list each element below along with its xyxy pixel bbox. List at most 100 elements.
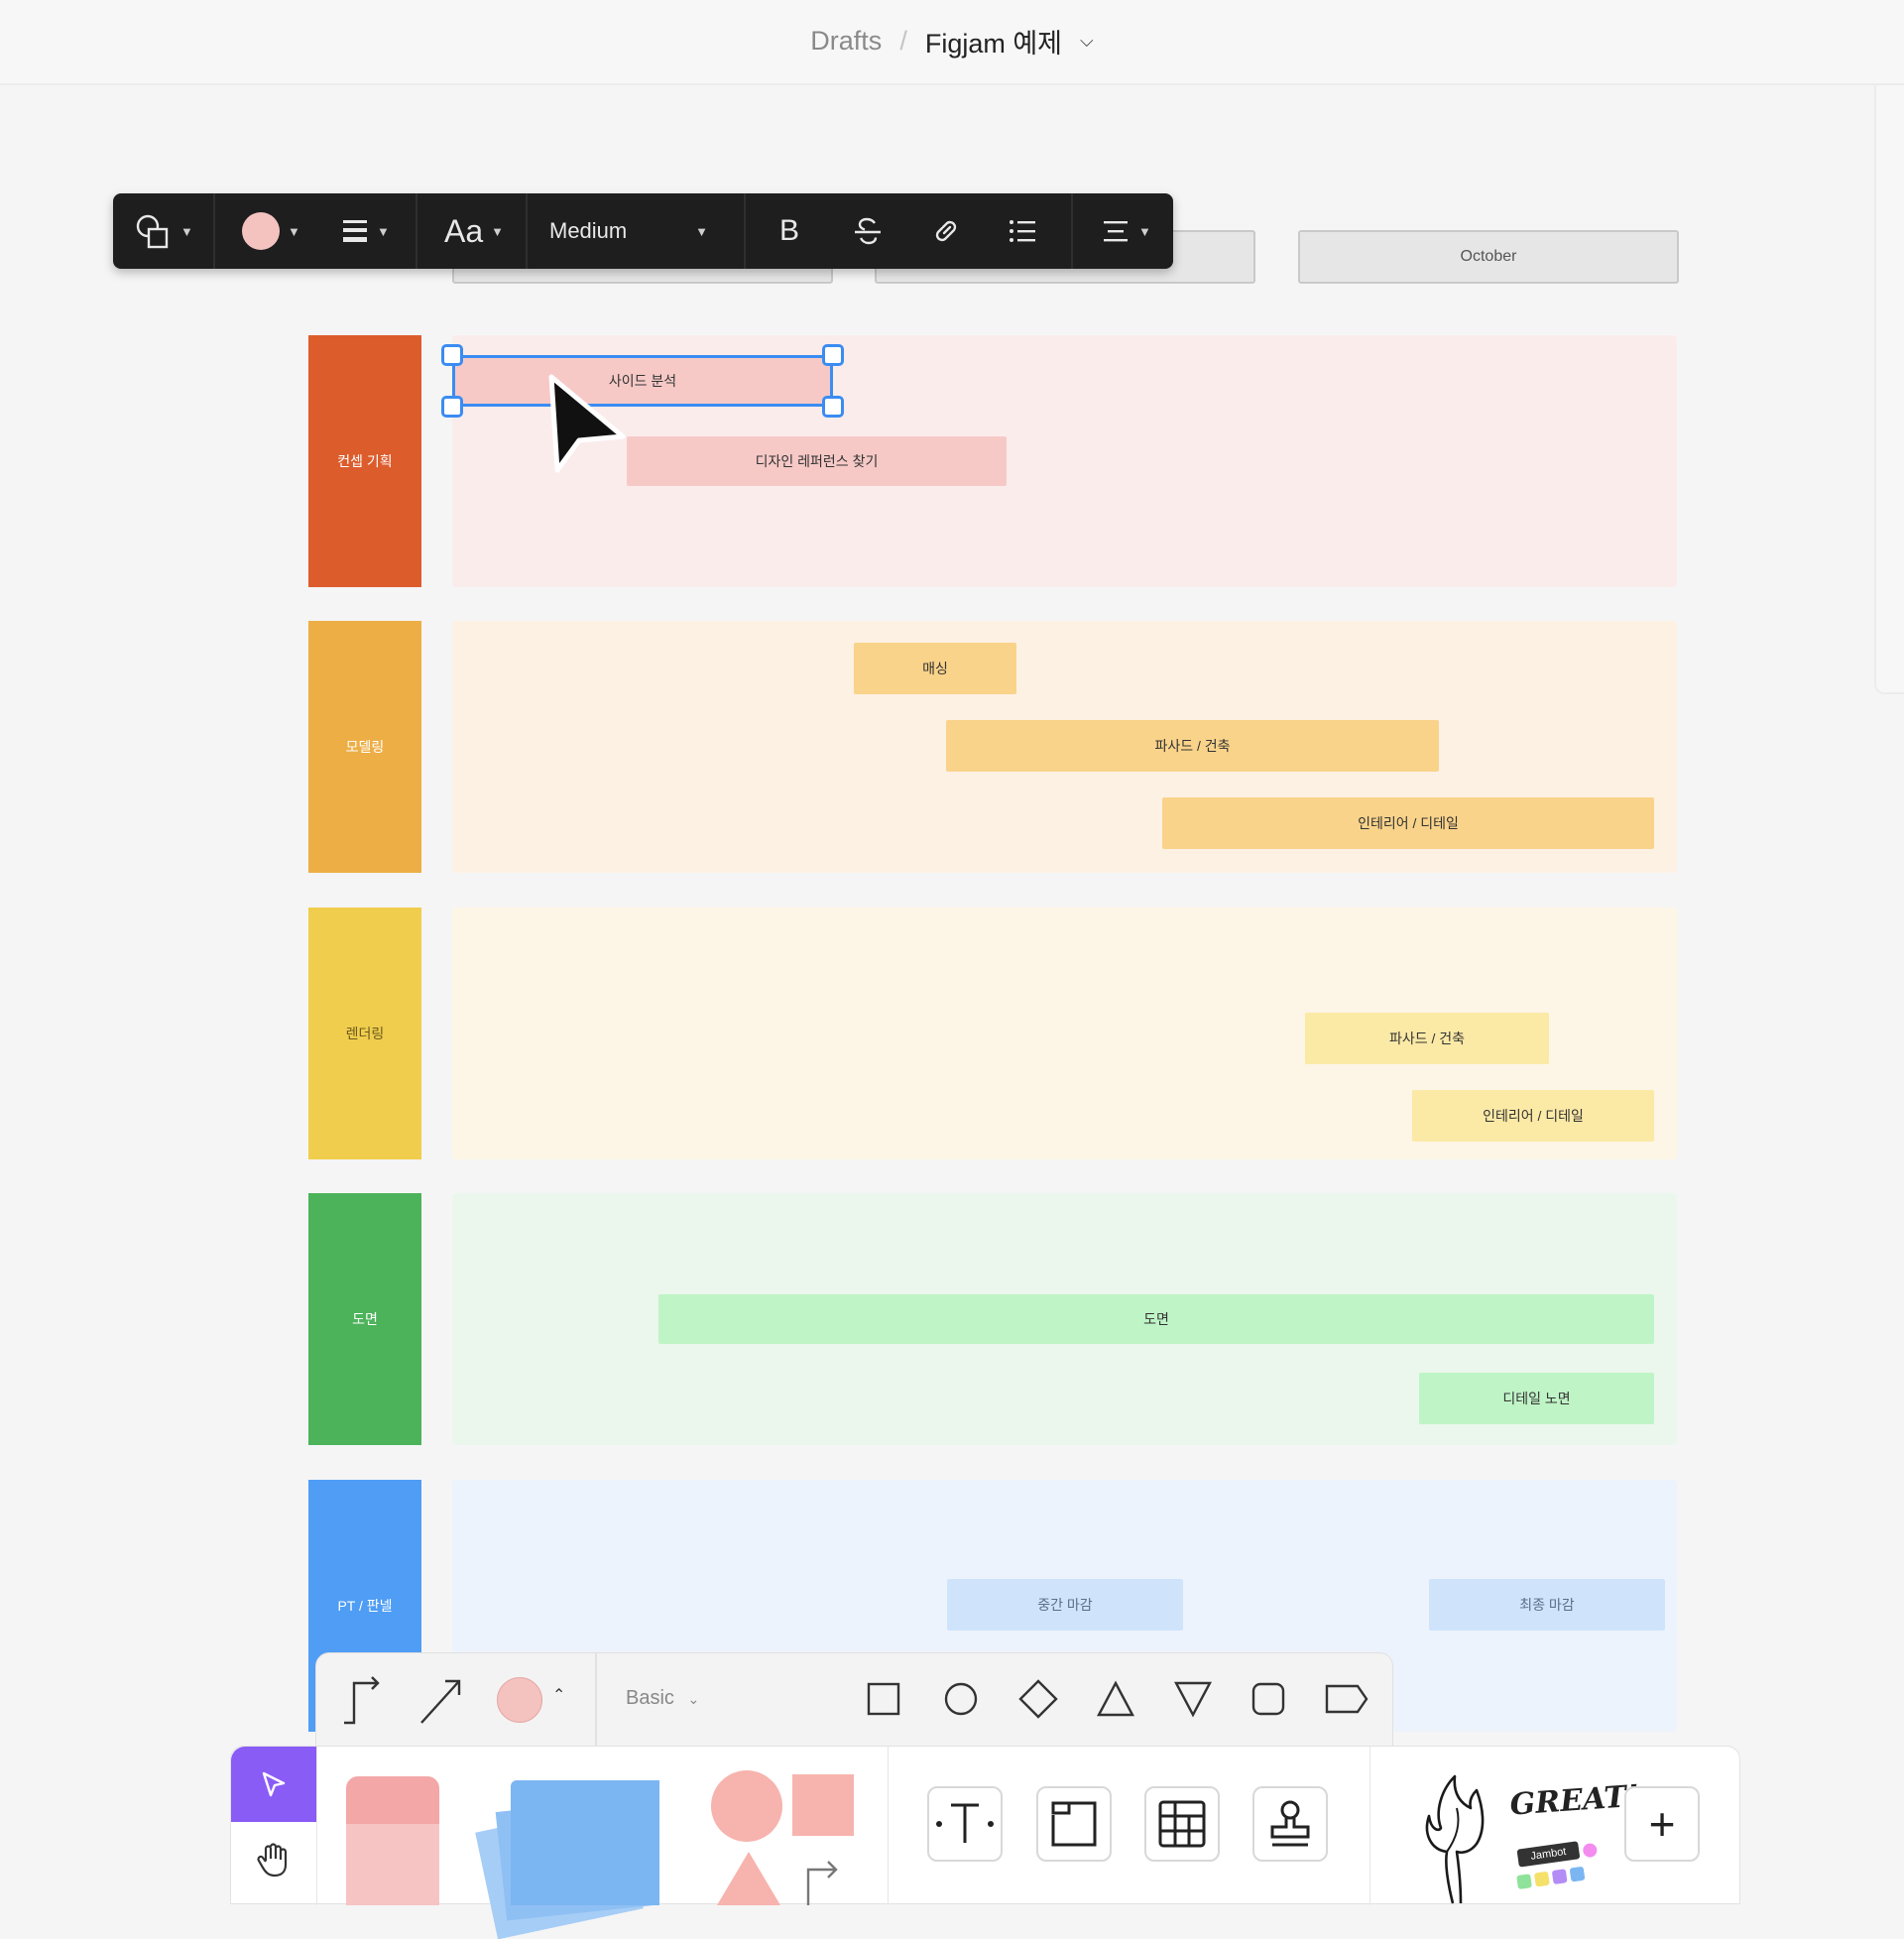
resize-handle-top-right[interactable] xyxy=(822,344,844,366)
font-icon: Aa xyxy=(444,212,484,249)
cursor-icon xyxy=(262,1771,286,1797)
hand-icon xyxy=(257,1843,288,1878)
rounded-rectangle-shape-icon[interactable] xyxy=(1250,1681,1286,1717)
shape-icon xyxy=(136,214,169,249)
chevron-down-icon: ▼ xyxy=(695,223,708,239)
jambot-dot-blue xyxy=(1569,1866,1586,1882)
list-button[interactable] xyxy=(1008,193,1037,269)
lane-label-modeling[interactable]: 모델링 xyxy=(308,621,421,873)
shape-style-value: Basic xyxy=(626,1687,674,1709)
link-button[interactable] xyxy=(930,193,962,269)
task-drawings[interactable]: 도면 xyxy=(658,1294,1654,1344)
sticky-note-icon xyxy=(346,1824,439,1905)
resize-handle-top-left[interactable] xyxy=(441,344,463,366)
jambot-label: Jambot xyxy=(1516,1841,1581,1868)
triangle-shape-icon[interactable] xyxy=(1096,1679,1135,1719)
strikethrough-button[interactable] xyxy=(852,193,884,269)
diamond-shape-icon[interactable] xyxy=(1018,1679,1058,1719)
chevron-down-icon: ▼ xyxy=(288,223,300,239)
resize-handle-bottom-left[interactable] xyxy=(441,396,463,418)
text-tool-button[interactable] xyxy=(927,1786,1003,1862)
align-picker[interactable]: ▼ xyxy=(1101,193,1151,269)
arrow-line-icon[interactable] xyxy=(416,1673,465,1729)
chevron-up-icon[interactable]: ⌃ xyxy=(552,1685,565,1705)
task-interior-detail[interactable]: 인테리어 / 디테일 xyxy=(1162,797,1654,849)
chevron-down-icon: ⌄ xyxy=(687,1691,700,1707)
great-sticker[interactable]: GREAT! xyxy=(1509,1779,1641,1833)
resize-handle-bottom-right[interactable] xyxy=(822,396,844,418)
chevron-down-icon: ▼ xyxy=(1138,223,1151,239)
circle-shape-sample xyxy=(711,1770,782,1842)
task-render-facade[interactable]: 파사드 / 건축 xyxy=(1305,1013,1549,1064)
connector-elbow-icon[interactable] xyxy=(338,1673,388,1729)
jambot-dot-purple xyxy=(1551,1869,1568,1884)
task-facade-architecture[interactable]: 파사드 / 건축 xyxy=(946,720,1439,772)
stamp-tool-button[interactable] xyxy=(1252,1786,1328,1862)
chevron-down-icon: ▼ xyxy=(377,223,390,239)
font-weight-select[interactable]: Medium ▼ xyxy=(549,193,708,269)
shape-fill-color[interactable] xyxy=(497,1677,542,1723)
chevron-down-icon[interactable]: ⌵ xyxy=(1080,31,1094,52)
shape-toolbar: ⌃ Basic ⌄ xyxy=(315,1652,1393,1749)
stroke-picker[interactable]: ▼ xyxy=(341,193,390,269)
square-shape-sample xyxy=(792,1774,854,1836)
task-midterm-deadline[interactable]: 중간 마감 xyxy=(947,1579,1183,1631)
bold-icon: B xyxy=(779,214,800,247)
breadcrumb-separator: / xyxy=(899,26,907,56)
fill-color-picker[interactable]: ▼ xyxy=(242,193,300,269)
font-picker[interactable]: Aa ▼ xyxy=(444,193,504,269)
strikethrough-icon xyxy=(855,217,881,245)
align-icon xyxy=(1104,221,1128,242)
right-panel-edge xyxy=(1874,85,1904,694)
file-header: Drafts / Figjam 예제 ⌵ xyxy=(0,0,1904,85)
jambot-dot-green xyxy=(1516,1874,1532,1890)
tag-shape-icon[interactable] xyxy=(1324,1681,1369,1717)
select-tool-button[interactable] xyxy=(231,1747,316,1822)
color-icon xyxy=(242,212,280,250)
sticky-stack-front xyxy=(511,1780,659,1905)
more-tools-button[interactable]: + xyxy=(1624,1786,1700,1862)
breadcrumb: Drafts / Figjam 예제 ⌵ xyxy=(0,22,1904,61)
chevron-down-icon: ▼ xyxy=(180,223,193,239)
sticky-stack-tool[interactable] xyxy=(475,1776,659,1939)
flame-sticker-icon[interactable] xyxy=(1417,1772,1490,1905)
shape-style-select[interactable]: Basic ⌄ xyxy=(626,1687,699,1710)
ellipse-shape-icon[interactable] xyxy=(943,1681,979,1717)
task-design-reference[interactable]: 디자인 레퍼런스 찾기 xyxy=(627,436,1007,486)
task-final-deadline[interactable]: 최종 마감 xyxy=(1429,1579,1665,1631)
table-tool-button[interactable] xyxy=(1144,1786,1220,1862)
section-icon xyxy=(1051,1801,1097,1847)
jambot-dot-yellow xyxy=(1533,1871,1550,1887)
task-side-analysis[interactable]: 사이드 분석 xyxy=(452,355,833,407)
text-format-toolbar: ▼ ▼ ▼ Aa ▼ Medium ▼ B ▼ xyxy=(113,193,1173,269)
link-icon xyxy=(935,220,957,242)
file-name[interactable]: Figjam 예제 xyxy=(925,22,1062,61)
shape-picker[interactable]: ▼ xyxy=(133,193,193,269)
font-weight-value: Medium xyxy=(549,218,628,243)
chevron-down-icon: ▼ xyxy=(491,223,505,239)
rectangle-shape-icon[interactable] xyxy=(866,1681,901,1717)
lane-label-concept[interactable]: 컨셉 기획 xyxy=(308,335,421,587)
bold-button[interactable]: B xyxy=(779,193,799,269)
jambot-dot-pink xyxy=(1582,1842,1599,1859)
text-icon xyxy=(936,1803,994,1843)
task-render-interior[interactable]: 인테리어 / 디테일 xyxy=(1412,1090,1654,1142)
lane-label-rendering[interactable]: 렌더링 xyxy=(308,908,421,1159)
task-massing[interactable]: 매싱 xyxy=(854,643,1016,694)
great-sticker-text: GREAT! xyxy=(1508,1778,1641,1823)
main-toolbar: GREAT! Jambot + xyxy=(230,1746,1740,1939)
task-detail-drawings[interactable]: 디테일 노면 xyxy=(1419,1373,1654,1424)
triangle-down-shape-icon[interactable] xyxy=(1173,1679,1213,1719)
jambot-widget[interactable]: Jambot xyxy=(1509,1838,1611,1906)
list-icon xyxy=(1010,220,1035,242)
lane-label-drawings[interactable]: 도면 xyxy=(308,1193,421,1445)
shapes-tool[interactable] xyxy=(711,1770,860,1905)
section-tool-button[interactable] xyxy=(1036,1786,1112,1862)
month-header-october[interactable]: October xyxy=(1298,230,1679,284)
hand-tool-button[interactable] xyxy=(231,1822,316,1897)
breadcrumb-drafts[interactable]: Drafts xyxy=(810,26,882,57)
connector-arrow-icon xyxy=(806,1861,838,1905)
stamp-icon xyxy=(1270,1800,1310,1847)
triangle-shape-sample xyxy=(717,1852,780,1905)
sticky-note-tool[interactable] xyxy=(346,1776,439,1905)
